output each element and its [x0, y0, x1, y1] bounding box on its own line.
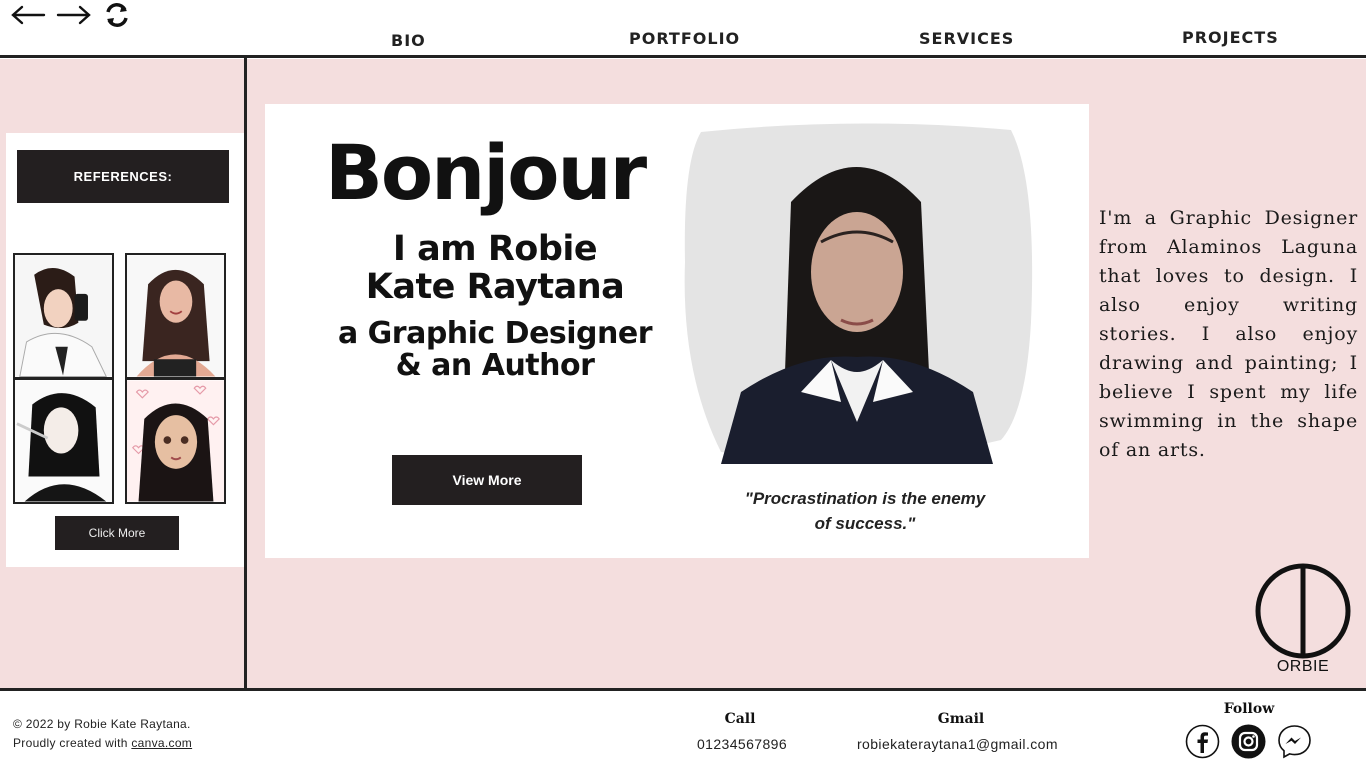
- quote-line-2: of success.": [814, 514, 916, 533]
- hero-card: Bonjour I am Robie Kate Raytana a Graphi…: [265, 104, 1089, 558]
- follow-label: Follow: [1223, 701, 1275, 717]
- nav-services[interactable]: SERVICES: [919, 29, 1014, 48]
- sidebar-divider: [244, 56, 247, 690]
- canva-link[interactable]: canva.com: [131, 736, 192, 750]
- intro-line-2: Kate Raytana: [365, 267, 625, 307]
- nav-projects[interactable]: PROJECTS: [1182, 28, 1279, 47]
- reference-thumb-portrait[interactable]: [125, 253, 226, 379]
- view-more-button[interactable]: View More: [392, 455, 582, 505]
- facebook-icon[interactable]: [1185, 724, 1220, 759]
- header-divider: [0, 55, 1366, 58]
- messenger-icon[interactable]: [1277, 724, 1312, 759]
- top-bar: BIO PORTFOLIO SERVICES PROJECTS: [0, 0, 1366, 56]
- role-line-1: a Graphic Designer: [337, 316, 653, 351]
- created-with-prefix: Proudly created with: [13, 736, 128, 750]
- quote-text: "Procrastination is the enemy of success…: [705, 486, 1025, 536]
- intro-heading: I am Robie Kate Raytana: [325, 230, 665, 306]
- intro-line-1: I am Robie: [392, 229, 598, 269]
- reference-thumb-cartoon[interactable]: [125, 378, 226, 504]
- role-line-2: & an Author: [395, 348, 595, 383]
- bio-paragraph: I'm a Graphic Designer from Alaminos Lag…: [1099, 207, 1358, 461]
- logo-text: ORBIE: [1276, 658, 1330, 675]
- instagram-icon[interactable]: [1231, 724, 1266, 759]
- call-number[interactable]: 01234567896: [697, 736, 787, 752]
- reference-thumb-smoking[interactable]: [13, 378, 114, 504]
- refresh-icon[interactable]: [100, 0, 134, 30]
- click-more-button[interactable]: Click More: [55, 516, 179, 550]
- back-arrow-icon[interactable]: [8, 0, 48, 30]
- gmail-label: Gmail: [937, 711, 985, 727]
- copyright-text: © 2022 by Robie Kate Raytana.: [13, 717, 191, 731]
- nav-bio[interactable]: BIO: [391, 31, 426, 50]
- reference-thumb-selfie[interactable]: [13, 253, 114, 379]
- call-label: Call: [724, 711, 756, 727]
- created-with-line: Proudly created with canva.com: [13, 736, 192, 750]
- gmail-address[interactable]: robiekateraytana1@gmail.com: [857, 736, 1058, 752]
- greeting-heading: Bonjour: [325, 128, 647, 217]
- orbie-logo-icon[interactable]: [1253, 561, 1353, 661]
- references-panel: REFERENCES: Click More: [6, 133, 244, 567]
- profile-photo: [681, 122, 1033, 464]
- references-header: REFERENCES:: [17, 150, 229, 203]
- footer: [0, 691, 1366, 768]
- quote-line-1: "Procrastination is the enemy: [744, 489, 986, 508]
- role-heading: a Graphic Designer & an Author: [325, 318, 665, 382]
- nav-portfolio[interactable]: PORTFOLIO: [629, 29, 740, 48]
- forward-arrow-icon[interactable]: [54, 0, 94, 30]
